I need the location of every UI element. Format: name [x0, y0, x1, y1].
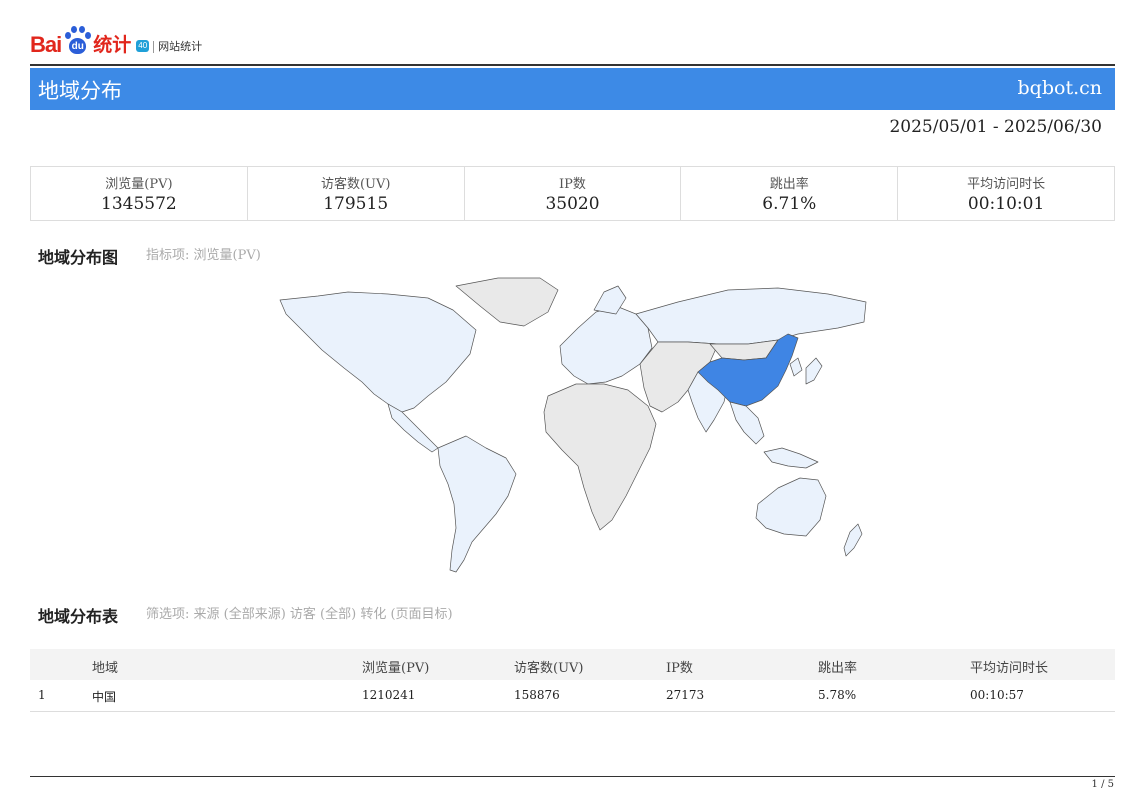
- map-region-europe: [559, 305, 653, 385]
- column-header-region: 地域: [92, 661, 119, 676]
- row-index: 1: [38, 688, 46, 702]
- row-ip: 27173: [666, 688, 705, 702]
- stat-ip: IP数 35020: [465, 167, 682, 220]
- summary-stats: 浏览量(PV) 1345572 访客数(UV) 179515 IP数 35020…: [30, 166, 1115, 221]
- logo-divider: [153, 41, 155, 53]
- stat-value: 35020: [545, 194, 600, 214]
- stat-value: 1345572: [101, 194, 177, 214]
- region-table: 地域 浏览量(PV) 访客数(UV) IP数 跳出率 平均访问时长 1 中国 1…: [30, 649, 1115, 712]
- row-duration: 00:10:57: [970, 688, 1024, 702]
- column-header-bounce: 跳出率: [818, 661, 858, 676]
- logo-subtitle: 网站统计: [158, 40, 203, 53]
- map-region-australia: [755, 477, 827, 537]
- date-range: 2025/05/01 - 2025/06/30: [889, 117, 1102, 137]
- world-map: [279, 277, 867, 573]
- table-row: 1 中国 1210241 158876 27173 5.78% 00:10:57: [30, 680, 1115, 712]
- table-filter-note: 筛选项: 来源 (全部来源) 访客 (全部) 转化 (页面目标): [146, 607, 453, 622]
- site-name: bqbot.cn: [1017, 77, 1102, 99]
- map-region-central-america: [387, 403, 439, 453]
- logo-wordmark: Bai: [30, 32, 62, 57]
- stat-label: 跳出率: [769, 177, 809, 192]
- header-divider: [30, 64, 1115, 66]
- column-header-pv: 浏览量(PV): [362, 661, 430, 676]
- table-header: 地域 浏览量(PV) 访客数(UV) IP数 跳出率 平均访问时长: [30, 649, 1115, 680]
- map-region-east-asia-islands: [789, 357, 823, 385]
- report-banner: 地域分布 bqbot.cn: [30, 68, 1115, 110]
- stat-value: 6.71%: [762, 194, 817, 214]
- paw-icon: du: [62, 26, 92, 56]
- stat-label: IP数: [559, 177, 586, 192]
- column-header-duration: 平均访问时长: [970, 661, 1049, 676]
- stat-pv: 浏览量(PV) 1345572: [31, 167, 248, 220]
- page-title: 地域分布: [38, 79, 122, 103]
- stat-label: 平均访问时长: [967, 177, 1046, 192]
- map-region-africa: [543, 383, 657, 531]
- map-region-southeast-asia: [729, 401, 819, 469]
- column-header-uv: 访客数(UV): [514, 661, 584, 676]
- stat-label: 浏览量(PV): [105, 177, 173, 192]
- row-pv: 1210241: [362, 688, 416, 702]
- footer-divider: [30, 776, 1115, 777]
- map-section-title: 地域分布图: [38, 248, 119, 267]
- map-region-north-america: [279, 291, 477, 413]
- stat-bounce: 跳出率 6.71%: [681, 167, 899, 220]
- map-region-new-zealand: [843, 523, 863, 557]
- map-region-south-america: [437, 435, 517, 573]
- stat-value: 179515: [323, 194, 389, 214]
- map-region-greenland: [455, 277, 559, 327]
- stat-duration: 平均访问时长 00:10:01: [898, 167, 1114, 220]
- baidu-tongji-logo: Bai du 统计 40 网站统计: [30, 22, 202, 56]
- row-uv: 158876: [514, 688, 560, 702]
- row-bounce: 5.78%: [818, 688, 857, 702]
- column-header-ip: IP数: [666, 661, 693, 676]
- page-number: 1 / 5: [1091, 779, 1114, 790]
- version-badge: 40: [136, 40, 150, 52]
- stat-uv: 访客数(UV) 179515: [248, 167, 465, 220]
- map-metric-note: 指标项: 浏览量(PV): [146, 248, 261, 263]
- row-region: 中国: [92, 690, 117, 704]
- logo-product: 统计: [93, 34, 132, 56]
- stat-value: 00:10:01: [967, 194, 1045, 214]
- map-region-russia: [635, 287, 867, 345]
- table-section-title: 地域分布表: [38, 607, 119, 626]
- stat-label: 访客数(UV): [320, 177, 391, 192]
